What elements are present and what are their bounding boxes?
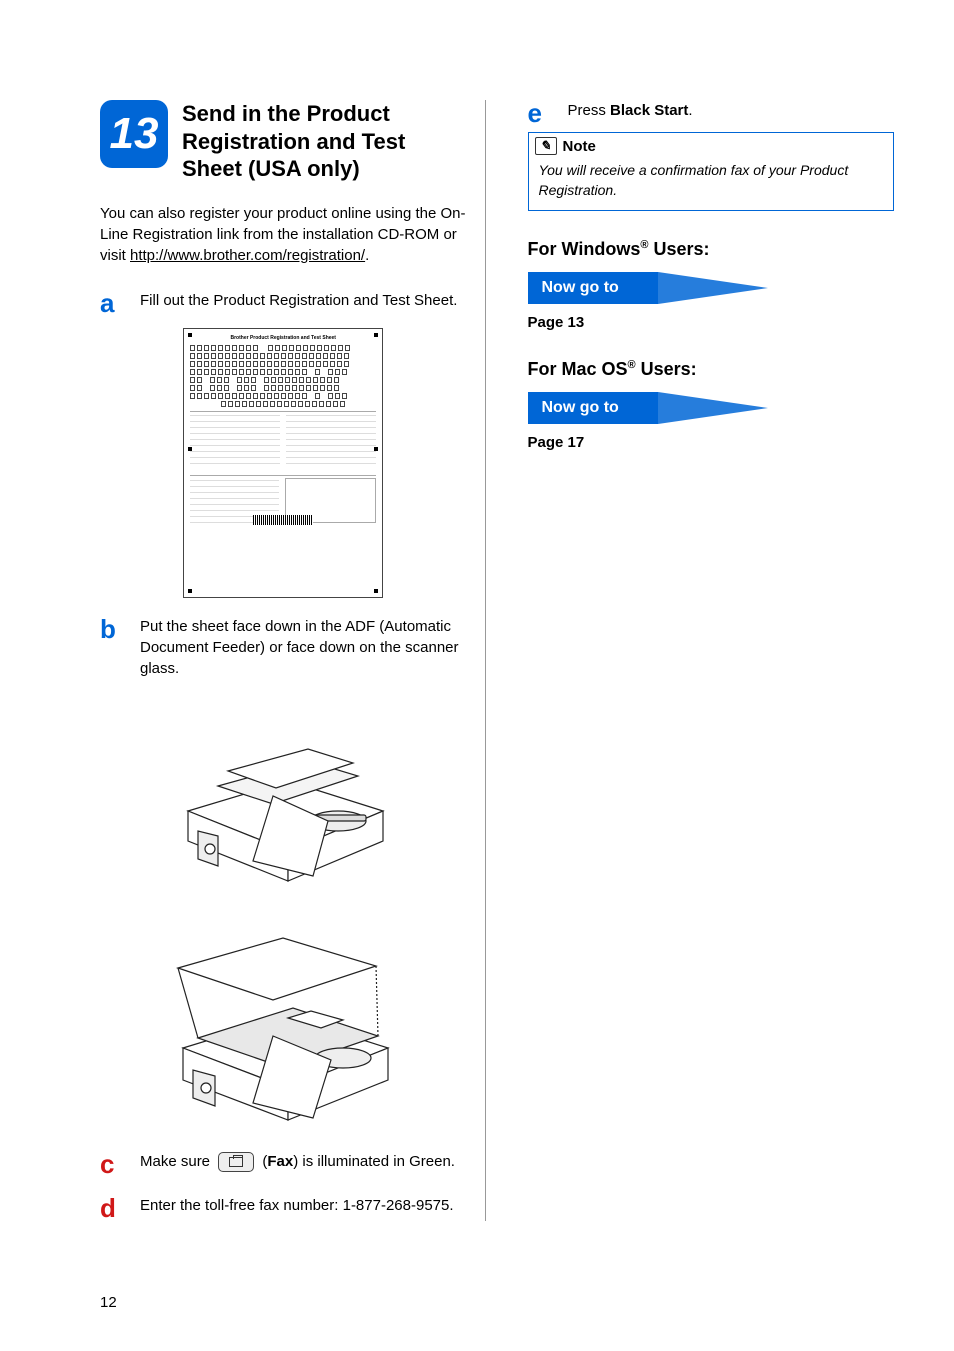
windows-heading-post: Users: — [648, 239, 709, 259]
arrow-icon — [658, 392, 768, 424]
windows-heading: For Windows® Users: — [528, 239, 895, 260]
substep-a: a Fill out the Product Registration and … — [100, 290, 467, 316]
substep-b-text: Put the sheet face down in the ADF (Auto… — [140, 616, 467, 679]
substep-e-text: Press Black Start. — [568, 100, 693, 126]
reg-sheet-title: Brother Product Registration and Test Sh… — [190, 335, 376, 341]
substep-b: b Put the sheet face down in the ADF (Au… — [100, 616, 467, 679]
macos-goto-label: Now go to — [528, 392, 658, 424]
printer-adf-illustration — [158, 691, 408, 891]
substep-c-post: ) is illuminated in Green. — [293, 1153, 455, 1170]
printer-scanner-illustration — [153, 903, 413, 1133]
step-title: Send in the Product Registration and Tes… — [182, 100, 467, 183]
macos-page-ref: Page 17 — [528, 434, 895, 451]
substep-e-post: . — [688, 102, 692, 119]
note-label: Note — [563, 138, 596, 155]
substep-letter-e: e — [528, 100, 552, 126]
windows-heading-pre: For Windows — [528, 239, 641, 259]
macos-heading-post: Users: — [636, 359, 697, 379]
registration-sheet-illustration: Brother Product Registration and Test Sh… — [183, 328, 383, 598]
arrow-icon — [658, 272, 768, 304]
step-header: 13 Send in the Product Registration and … — [100, 100, 467, 183]
fax-button-icon — [218, 1152, 254, 1172]
substep-c-text: Make sure (Fax) is illuminated in Green. — [140, 1151, 455, 1177]
step-number-badge: 13 — [100, 100, 168, 168]
substep-c-mid: ( — [258, 1153, 267, 1170]
macos-goto-banner: Now go to — [528, 392, 895, 424]
intro-paragraph: You can also register your product onlin… — [100, 203, 467, 266]
substep-letter-b: b — [100, 616, 124, 679]
macos-heading-pre: For Mac OS — [528, 359, 628, 379]
substep-letter-a: a — [100, 290, 124, 316]
substep-e-bold: Black Start — [610, 102, 688, 119]
note-box: ✎ Note You will receive a confirmation f… — [528, 132, 895, 211]
substep-c: c Make sure (Fax) is illuminated in Gree… — [100, 1151, 467, 1177]
substep-d: d Enter the toll-free fax number: 1-877-… — [100, 1195, 467, 1221]
substep-c-pre: Make sure — [140, 1153, 214, 1170]
page-number: 12 — [100, 1294, 117, 1311]
windows-goto-label: Now go to — [528, 272, 658, 304]
windows-page-ref: Page 13 — [528, 314, 895, 331]
substep-letter-d: d — [100, 1195, 124, 1221]
note-body: You will receive a confirmation fax of y… — [529, 157, 894, 210]
substep-e-pre: Press — [568, 102, 611, 119]
substep-e: e Press Black Start. — [528, 100, 895, 126]
intro-suffix: . — [365, 247, 369, 264]
substep-a-text: Fill out the Product Registration and Te… — [140, 290, 457, 316]
registered-mark: ® — [628, 359, 636, 371]
substep-c-bold: Fax — [267, 1153, 293, 1170]
macos-heading: For Mac OS® Users: — [528, 359, 895, 380]
windows-goto-banner: Now go to — [528, 272, 895, 304]
registration-link[interactable]: http://www.brother.com/registration/ — [130, 247, 365, 264]
note-icon: ✎ — [535, 137, 557, 155]
substep-letter-c: c — [100, 1151, 124, 1177]
substep-d-text: Enter the toll-free fax number: 1-877-26… — [140, 1195, 454, 1221]
